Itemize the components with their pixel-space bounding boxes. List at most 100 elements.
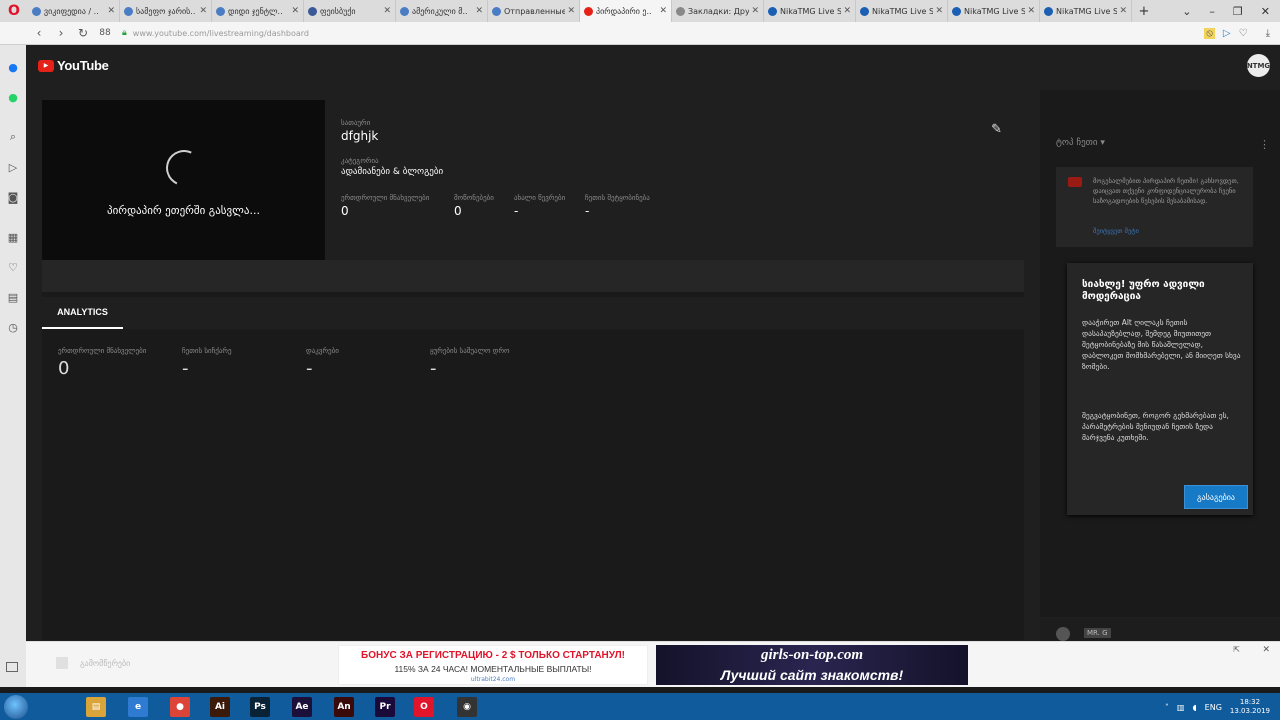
tab-close-icon[interactable]: ✕ [659, 6, 667, 16]
tray-arrow-icon[interactable]: ˄ [1165, 703, 1169, 712]
system-tray: ˄ ▥ ◖ ENG 18:32 13.03.2019 [1165, 698, 1270, 716]
chrome-icon[interactable]: ● [170, 697, 190, 717]
chat-header-label: ტოპ ჩეთი [1056, 138, 1098, 148]
file-explorer-icon[interactable]: ▤ [86, 697, 106, 717]
bookmarks-icon[interactable]: ♡ [5, 259, 21, 275]
news-icon[interactable]: ▤ [5, 289, 21, 305]
messenger-icon[interactable]: ● [5, 59, 21, 75]
speed-dial-button[interactable]: 88 [94, 28, 116, 38]
edit-pencil-icon[interactable]: ✎ [991, 122, 1002, 137]
browser-tab[interactable]: დიდი ჯენტლ.. ✕ [212, 0, 304, 22]
browser-tab[interactable]: NikaTMG Live S ✕ [1040, 0, 1132, 22]
opera-menu-icon[interactable]: O [0, 0, 28, 22]
tab-close-icon[interactable]: ✕ [751, 6, 759, 16]
close-icon[interactable]: ✕ [1262, 645, 1270, 655]
analytics-value: - [306, 358, 313, 379]
tab-favicon-icon [400, 6, 409, 16]
browser-tab-strip: O ვიკიფედია / .. ✕ სამეფო ჯარის.. ✕ დიდი ჯენ… [0, 0, 1280, 22]
chat-input-area: MR. G [1040, 619, 1280, 641]
search-icon[interactable]: ⌕ [5, 129, 21, 145]
volume-icon[interactable]: ◖ [1192, 703, 1196, 712]
moderation-tip-popup: სიახლე! უფრო ადვილი მოდერაცია დააჭირეთ A… [1067, 263, 1253, 515]
adblock-icon[interactable]: ⦸ [1204, 27, 1215, 39]
tab-close-icon[interactable]: ✕ [475, 6, 483, 16]
tab-analytics[interactable]: ANALYTICS [42, 297, 123, 329]
browser-tab[interactable]: NikaTMG Live S ✕ [948, 0, 1040, 22]
opera-sidebar: ● ● ⌕ ▷ ◙ ▦ ♡ ▤ ◷ [0, 45, 26, 687]
opera-icon[interactable]: O [414, 697, 434, 717]
ad-headline: БОНУС ЗА РЕГИСТРАЦИЮ - 2 $ ТОЛЬКО СТАРТА… [361, 650, 625, 661]
back-button[interactable]: ‹ [28, 26, 50, 40]
tab-close-icon[interactable]: ✕ [107, 6, 115, 16]
stat-value: 0 [341, 204, 349, 218]
tab-label: ფეისბუქი [320, 6, 356, 16]
download-icon[interactable]: ⤓ [1266, 28, 1270, 39]
tab-close-icon[interactable]: ✕ [935, 6, 943, 16]
analytics-label: ჩეთის სიჩქარე [182, 347, 232, 355]
tab-close-icon[interactable]: ✕ [199, 6, 207, 16]
photoshop-icon[interactable]: Ps [250, 697, 270, 717]
send-icon[interactable]: ▷ [1223, 28, 1231, 39]
browser-tab[interactable]: ვიკიფედია / .. ✕ [28, 0, 120, 22]
start-button[interactable] [4, 695, 28, 719]
whatsapp-icon[interactable]: ● [5, 89, 21, 105]
language-indicator[interactable]: ENG [1205, 703, 1222, 712]
got-it-button[interactable]: გასაგებია [1184, 485, 1248, 509]
title-label: სათაური [341, 119, 371, 127]
tab-close-icon[interactable]: ✕ [567, 6, 575, 16]
lock-icon: 🔒︎ [122, 28, 127, 38]
tab-close-icon[interactable]: ✕ [843, 6, 851, 16]
clock[interactable]: 18:32 13.03.2019 [1230, 698, 1270, 716]
tab-close-icon[interactable]: ✕ [1119, 6, 1127, 16]
stat-label: ერთდროული მნახველები [341, 194, 430, 202]
browser-tab[interactable]: ამერიკული მ.. ✕ [396, 0, 488, 22]
tab-favicon-icon [492, 6, 501, 16]
url-field[interactable]: 🔒︎ www.youtube.com/livestreaming/dashboa… [116, 25, 1204, 42]
windows-taskbar: ▤ e ● Ai Ps Ae An Pr O ◉ ˄ ▥ ◖ ENG 18:32 13.03.20… [0, 693, 1280, 720]
snapshot-icon[interactable]: ◙ [5, 189, 21, 205]
after-effects-icon[interactable]: Ae [292, 697, 312, 717]
tab-menu-icon[interactable]: ⌄ [1182, 5, 1191, 18]
browser-tab[interactable]: Закладки: Дру ✕ [672, 0, 764, 22]
maximize-button[interactable]: ❐ [1233, 5, 1243, 18]
history-icon[interactable]: ◷ [5, 319, 21, 335]
analytics-label: დაკვრები [306, 347, 339, 355]
flow-icon[interactable]: ▷ [5, 159, 21, 175]
network-icon[interactable]: ▥ [1177, 703, 1185, 712]
premiere-icon[interactable]: Pr [375, 697, 395, 717]
ad-subline: Лучший сайт знакомств! [720, 667, 904, 683]
close-window-button[interactable]: ✕ [1261, 5, 1270, 18]
tab-close-icon[interactable]: ✕ [1027, 6, 1035, 16]
tab-close-icon[interactable]: ✕ [383, 6, 391, 16]
subscribers-label: გამომწერები [80, 659, 131, 668]
tab-close-icon[interactable]: ✕ [291, 6, 299, 16]
minimize-button[interactable]: – [1209, 5, 1215, 18]
animate-icon[interactable]: An [334, 697, 354, 717]
more-options-icon[interactable]: ⋮ [1259, 138, 1270, 151]
bookmark-heart-icon[interactable]: ♡ [1239, 28, 1248, 39]
reload-button[interactable]: ↻ [72, 26, 94, 40]
speed-dial-icon[interactable]: ▦ [5, 229, 21, 245]
learn-more-link[interactable]: შეიტყვეთ მეტი [1093, 227, 1139, 235]
browser-tab[interactable]: NikaTMG Live S ✕ [764, 0, 856, 22]
browser-tab[interactable]: პირდაპირი ე.. ✕ [580, 0, 672, 22]
browser-tab[interactable]: ფეისბუქი ✕ [304, 0, 396, 22]
ad-info-icon[interactable]: ⇱ [1233, 645, 1240, 654]
forward-button[interactable]: › [50, 26, 72, 40]
analytics-label: ყურების საშუალო დრო [430, 347, 510, 355]
tab-label: Закладки: Дру [688, 6, 750, 16]
browser-tab[interactable]: NikaTMG Live S ✕ [856, 0, 948, 22]
browser-tab[interactable]: Отправленные ✕ [488, 0, 580, 22]
avatar[interactable]: NTMG [1247, 54, 1270, 77]
sidebar-toggle-icon[interactable] [6, 662, 18, 672]
internet-explorer-icon[interactable]: e [128, 697, 148, 717]
illustrator-icon[interactable]: Ai [210, 697, 230, 717]
ad-banner-bonus[interactable]: БОНУС ЗА РЕГИСТРАЦИЮ - 2 $ ТОЛЬКО СТАРТА… [338, 645, 648, 685]
youtube-logo[interactable]: ▶ YouTube [38, 58, 109, 73]
new-tab-button[interactable]: + [1132, 4, 1156, 19]
browser-tab[interactable]: სამეფო ჯარის.. ✕ [120, 0, 212, 22]
chat-mode-dropdown[interactable]: ტოპ ჩეთი ▾ [1056, 138, 1105, 148]
ad-banner-dating[interactable]: girls-on-top.com Лучший сайт знакомств! [656, 645, 968, 685]
obs-icon[interactable]: ◉ [457, 697, 477, 717]
dashboard-main: პირდაპირ ეთერში გასვლა... სათაური dfghjk… [42, 100, 1024, 640]
